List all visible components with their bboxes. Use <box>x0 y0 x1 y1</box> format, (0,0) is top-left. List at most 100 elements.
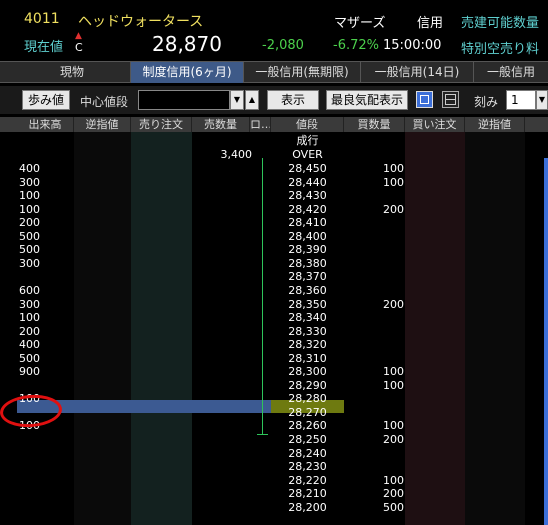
price-range-cap <box>257 434 268 435</box>
row-price: 28,380 <box>288 256 327 270</box>
row-bid-qty: 100 <box>383 473 404 487</box>
col-buy-order: 買い注文 <box>405 117 465 132</box>
center-price-label: 中心値段 <box>80 95 129 109</box>
row-bid-qty: 100 <box>383 162 404 175</box>
over-ask-qty: 3,400 <box>220 148 253 161</box>
stock-header: 4011 ヘッドウォータース マザーズ 信用 売建可能数量 現在値 ▲ C 28… <box>0 0 548 60</box>
row-price: 28,220 <box>288 473 327 487</box>
row-volume: 600 <box>19 283 40 297</box>
special-short-fee-link[interactable]: 特別空売り料 <box>461 38 539 57</box>
tick-dropdown-icon[interactable]: ▼ <box>536 90 548 110</box>
row-volume: 200 <box>19 324 40 338</box>
row-bid-qty: 100 <box>383 378 404 392</box>
row-bid-qty <box>344 230 404 244</box>
row-bid-qty <box>344 392 404 406</box>
display-button[interactable]: 表示 <box>267 90 319 110</box>
row-price: 28,390 <box>288 243 327 257</box>
board-column-headers: 出来高 逆指値 売り注文 売数量 ロ… 値段 買数量 買い注文 逆指値 <box>0 117 548 132</box>
row-bid-qty: 100 <box>383 365 404 379</box>
row-price: 28,430 <box>288 189 327 203</box>
col-sell-stop: 逆指値 <box>74 117 131 132</box>
center-price-input[interactable] <box>138 90 230 110</box>
center-price-up-icon[interactable]: ▲ <box>245 90 259 110</box>
credit-type-tabs: 現物 制度信用(6ヶ月) 一般信用(無期限) 一般信用(14日) 一般信用 <box>0 61 548 83</box>
best-quote-button[interactable]: 最良気配表示 <box>326 90 408 110</box>
sell-order-column-bg[interactable] <box>131 132 192 525</box>
market-label: マザーズ <box>334 16 386 31</box>
tick-label: 刻み <box>474 95 499 109</box>
row-bid-qty <box>344 325 404 339</box>
row-price: 28,240 <box>288 446 327 460</box>
row-bid-qty <box>344 189 404 203</box>
row-volume: 300 <box>19 175 40 189</box>
tab-spot[interactable]: 現物 <box>14 62 131 83</box>
row-volume: 400 <box>19 338 40 352</box>
row-volume: 500 <box>19 243 40 257</box>
row-bid-qty <box>344 406 404 420</box>
row-price: 28,280 <box>288 392 327 406</box>
row-price: 28,450 <box>288 162 327 175</box>
current-price: 28,870 <box>152 32 222 56</box>
col-volume: 出来高 <box>17 117 74 132</box>
row-price: 28,230 <box>288 460 327 474</box>
col-bid-qty: 買数量 <box>344 117 405 132</box>
price-change-pct: -6.72% <box>333 38 379 53</box>
sell-stop-column-bg[interactable] <box>74 132 131 525</box>
current-price-label: 現在値 <box>24 40 64 55</box>
price-change: -2,080 <box>262 38 304 53</box>
row-bid-qty <box>344 460 404 474</box>
row-bid-qty <box>344 216 404 230</box>
row-volume: 100 <box>19 189 40 203</box>
row-bid-qty <box>344 311 404 325</box>
over-label: OVER <box>292 148 323 161</box>
row-price: 28,350 <box>288 297 327 311</box>
tab-general-credit-14d[interactable]: 一般信用(14日) <box>361 62 474 83</box>
row-bid-qty <box>344 284 404 298</box>
scrollbar[interactable] <box>544 158 548 525</box>
buy-order-column-bg[interactable] <box>405 132 465 525</box>
row-bid-qty <box>344 447 404 461</box>
row-bid-qty: 200 <box>383 297 404 311</box>
row-bid-qty: 100 <box>383 419 404 433</box>
center-price-dropdown-icon[interactable]: ▼ <box>230 90 244 110</box>
tab-general-credit-indefinite[interactable]: 一般信用(無期限) <box>244 62 361 83</box>
row-price: 28,410 <box>288 216 327 230</box>
row-price: 28,260 <box>288 419 327 433</box>
stock-name: ヘッドウォータース <box>78 14 204 30</box>
col-lot: ロ… <box>250 117 271 132</box>
row-volume: 900 <box>19 365 40 379</box>
row-bid-qty <box>344 243 404 257</box>
tick-select[interactable]: 1 <box>506 90 536 110</box>
row-bid-qty <box>344 352 404 366</box>
row-price: 28,340 <box>288 311 327 325</box>
price-range-line <box>262 158 263 435</box>
row-price: 28,440 <box>288 175 327 189</box>
row-volume: 300 <box>19 256 40 270</box>
row-price: 28,420 <box>288 202 327 216</box>
buy-stop-column-bg[interactable] <box>465 132 525 525</box>
tab-general-credit-more[interactable]: 一般信用 <box>474 62 548 83</box>
row-bid-qty: 200 <box>383 487 404 501</box>
row-bid-qty <box>344 338 404 352</box>
row-volume: 100 <box>19 311 40 325</box>
tab-system-credit[interactable]: 制度信用(6ヶ月) <box>131 62 244 83</box>
row-bid-qty: 100 <box>383 175 404 189</box>
row-price: 28,370 <box>288 270 327 284</box>
stock-code: 4011 <box>24 11 60 27</box>
row-bid-qty: 500 <box>383 500 404 514</box>
ayumi-button[interactable]: 歩み値 <box>22 90 70 110</box>
row-volume: 100 <box>19 202 40 216</box>
quote-time: 15:00:00 <box>383 38 442 53</box>
single-view-icon[interactable] <box>416 91 433 108</box>
col-buy-stop: 逆指値 <box>465 117 525 132</box>
row-bid-qty <box>344 257 404 271</box>
row-price: 28,330 <box>288 324 327 338</box>
row-price: 28,360 <box>288 283 327 297</box>
credit-label: 信用 <box>417 16 444 31</box>
col-ask-qty: 売数量 <box>192 117 250 132</box>
split-view-icon[interactable] <box>442 91 459 108</box>
row-bid-qty <box>344 270 404 284</box>
row-bid-qty: 200 <box>383 433 404 446</box>
row-volume: 200 <box>19 216 40 230</box>
available-qty-link[interactable]: 売建可能数量 <box>461 12 539 31</box>
